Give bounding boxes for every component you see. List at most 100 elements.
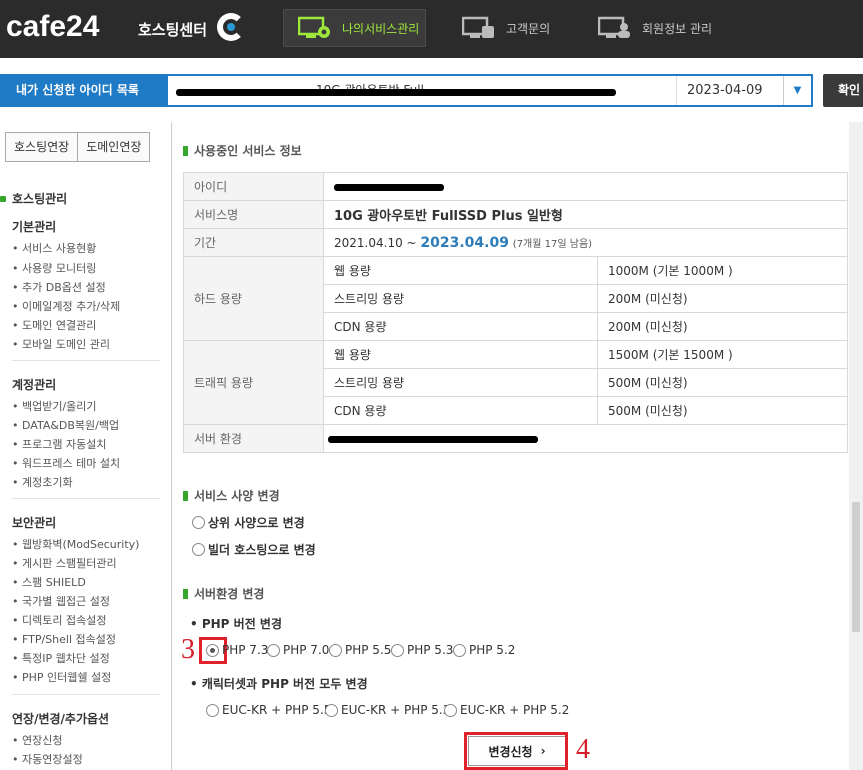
option-label: EUC-KR + PHP 5.3 [341, 703, 451, 717]
redaction-mark [176, 89, 616, 96]
traffic-web-name: 웹 용량 [323, 340, 598, 369]
server-env-label: 서버 환경 [183, 424, 324, 453]
table-row: 하드 용량 웹 용량 1000M (기본 1000M ) [183, 256, 848, 341]
radio-button[interactable] [206, 703, 219, 717]
id-select-dropdown[interactable]: 10G 광아우토반 Full 2023-04-09 ▼ [166, 74, 813, 107]
section-marker-icon [183, 588, 188, 599]
section-title-text: 사용중인 서비스 정보 [194, 144, 302, 158]
option-label: 상위 사양으로 변경 [208, 516, 305, 530]
sidebar-item[interactable]: • 서비스 사용현황 [12, 240, 96, 256]
sidebar-item[interactable]: • 특정IP 웹차단 설정 [12, 650, 110, 666]
sidebar-item[interactable]: • 프로그램 자동설치 [12, 436, 106, 452]
sidebar-item[interactable]: • 자동연장설정 [12, 751, 83, 767]
php-option-73[interactable]: PHP 7.3 [206, 643, 268, 657]
php-option-55[interactable]: PHP 5.5 [329, 643, 391, 657]
option-label: EUC-KR + PHP 5.2 [460, 703, 570, 717]
radio-button[interactable] [267, 643, 280, 657]
section-title-spec-change: 서비스 사양 변경 [183, 487, 280, 504]
sidebar-item[interactable]: • 디렉토리 접속설정 [12, 612, 106, 628]
extension-buttons: 호스팅연장 도메인연장 [5, 132, 151, 162]
group-basic: 기본관리 [12, 220, 57, 234]
sidebar-item[interactable]: • 워드프레스 테마 설치 [12, 455, 120, 471]
radio-button[interactable] [192, 543, 205, 556]
spec-upgrade-option[interactable]: 상위 사양으로 변경 [192, 514, 305, 531]
radio-button[interactable] [453, 643, 466, 657]
traffic-stream-value: 500M (미신청) [597, 368, 848, 397]
php-option-70[interactable]: PHP 7.0 [267, 643, 329, 657]
confirm-button[interactable]: 확인 [823, 74, 863, 107]
spec-builder-option[interactable]: 빌더 호스팅으로 변경 [192, 541, 316, 558]
hosting-management-title: 호스팅관리 [0, 190, 67, 207]
top-navigation-bar: cafe24 호스팅센터 나의서비스관리 고객문의 회원정보 관리 [0, 0, 863, 58]
option-label: PHP 7.3 [222, 643, 269, 657]
server-env-value [323, 424, 848, 453]
period-label: 기간 [183, 228, 324, 257]
group-account: 계정관리 [12, 378, 57, 392]
php-option-53[interactable]: PHP 5.3 [391, 643, 453, 657]
redaction-mark [328, 436, 538, 443]
monitor-user-icon [598, 16, 630, 38]
id-label: 아이디 [183, 172, 324, 201]
sidebar-item[interactable]: • 백업받기/올리기 [12, 398, 97, 414]
table-row: 서버 환경 [183, 424, 848, 453]
option-label: EUC-KR + PHP 5.5 [222, 703, 332, 717]
step-4-annotation: 4 [576, 734, 590, 765]
option-label: PHP 7.0 [283, 643, 330, 657]
radio-button[interactable] [329, 643, 342, 657]
traffic-cdn-value: 500M (미신청) [597, 396, 848, 425]
sidebar-item[interactable]: • 모바일 도메인 관리 [12, 336, 110, 352]
sidebar: 호스팅연장 도메인연장 호스팅관리 기본관리 • 서비스 사용현황 • 사용량 … [0, 122, 172, 770]
main-content: 사용중인 서비스 정보 아이디 서비스명 10G 광아우토반 FullSSD P… [172, 122, 863, 770]
sidebar-item[interactable]: • 연장신청 [12, 732, 62, 748]
divider [12, 360, 160, 361]
traffic-web-value: 1500M (기본 1500M ) [597, 340, 848, 369]
bullet-icon [0, 195, 6, 202]
sidebar-item[interactable]: • PHP 인터웹쉘 설정 [12, 669, 111, 685]
id-list-label: 내가 신청한 아이디 목록 [0, 74, 166, 107]
hosting-extend-button[interactable]: 호스팅연장 [5, 132, 79, 162]
charset-option-55[interactable]: EUC-KR + PHP 5.5 [206, 703, 331, 717]
vertical-scrollbar[interactable] [849, 122, 863, 770]
scrollbar-thumb[interactable] [852, 502, 860, 632]
disk-cdn-value: 200M (미신청) [597, 312, 848, 341]
section-marker-icon [183, 145, 188, 156]
section-title-env-change: 서버환경 변경 [183, 585, 264, 602]
nav-customer-inquiry[interactable]: 고객문의 [462, 9, 550, 47]
step-3-annotation: 3 [181, 634, 195, 665]
service-info-table: 아이디 서비스명 10G 광아우토반 FullSSD Plus 일반형 기간 2… [183, 172, 848, 453]
sidebar-item[interactable]: • FTP/Shell 접속설정 [12, 631, 116, 647]
nav-my-service[interactable]: 나의서비스관리 [283, 9, 426, 47]
radio-button[interactable] [444, 703, 457, 717]
section-title-text: 서버환경 변경 [194, 587, 265, 601]
sidebar-item[interactable]: • 사용량 모니터링 [12, 260, 96, 276]
sidebar-item[interactable]: • DATA&DB복원/백업 [12, 417, 119, 433]
radio-button[interactable] [325, 703, 338, 717]
nav-member-info[interactable]: 회원정보 관리 [598, 9, 712, 47]
table-row: 트래픽 용량 웹 용량 1500M (기본 1500M ) [183, 340, 848, 425]
charset-option-53[interactable]: EUC-KR + PHP 5.3 [325, 703, 450, 717]
sidebar-item[interactable]: • 도메인 연결관리 [12, 317, 96, 333]
option-label: PHP 5.3 [407, 643, 454, 657]
radio-button[interactable] [391, 643, 404, 657]
table-row: 기간 2021.04.10 ~ 2023.04.09 (7개월 17일 남음) [183, 228, 848, 257]
radio-button[interactable] [192, 516, 205, 529]
sidebar-item[interactable]: • 이메일계정 추가/삭제 [12, 298, 120, 314]
sidebar-item[interactable]: • 스팸 SHIELD [12, 574, 86, 590]
disk-web-name: 웹 용량 [323, 256, 598, 285]
redaction-mark [334, 184, 444, 191]
sidebar-item[interactable]: • 추가 DB옵션 설정 [12, 279, 106, 295]
sidebar-item[interactable]: • 게시판 스팸필터관리 [12, 555, 117, 571]
charset-option-52[interactable]: EUC-KR + PHP 5.2 [444, 703, 569, 717]
radio-button[interactable] [206, 643, 219, 657]
monitor-chat-icon [462, 16, 494, 38]
charset-title: • 캐릭터셋과 PHP 버전 모두 변경 [190, 677, 368, 691]
domain-extend-button[interactable]: 도메인연장 [78, 132, 151, 162]
chevron-down-icon[interactable]: ▼ [783, 76, 811, 105]
disk-label: 하드 용량 [183, 256, 324, 341]
sidebar-item[interactable]: • 계정초기화 [12, 474, 73, 490]
sidebar-item[interactable]: • 국가별 웹접근 설정 [12, 593, 110, 609]
cafe24-logo[interactable]: cafe24 [6, 10, 99, 44]
sidebar-item[interactable]: • 웹방화벽(ModSecurity) [12, 536, 139, 552]
php-option-52[interactable]: PHP 5.2 [453, 643, 515, 657]
sidebar-title-text: 호스팅관리 [12, 192, 68, 206]
